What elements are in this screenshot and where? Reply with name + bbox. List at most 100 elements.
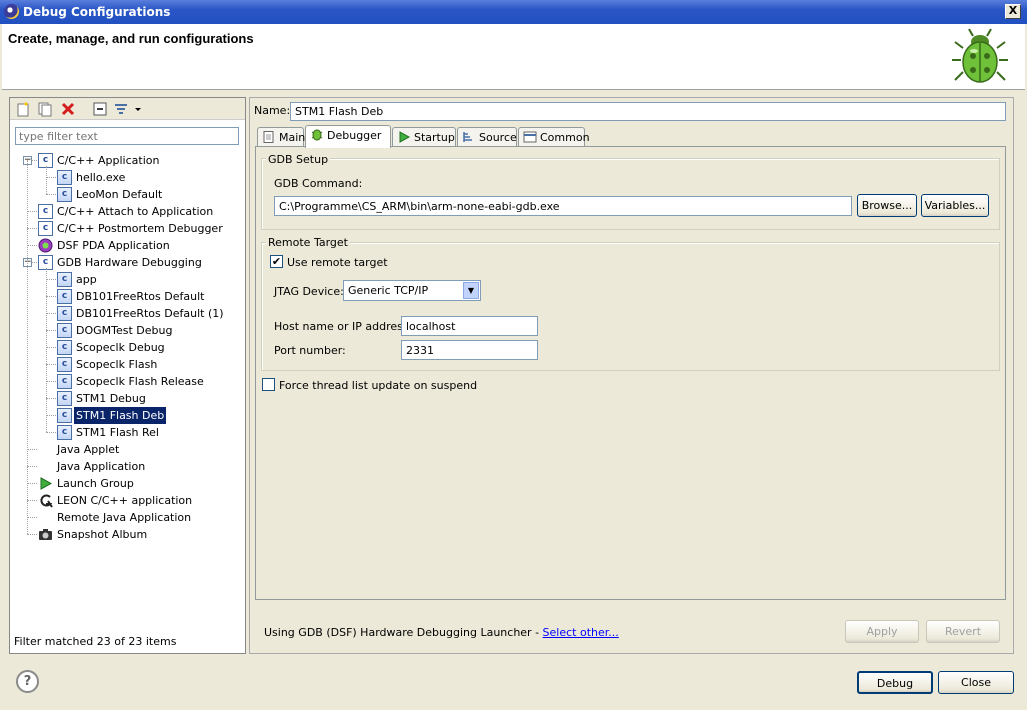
- tree-item[interactable]: Launch Group: [10, 475, 240, 492]
- tree-item[interactable]: Snapshot Album: [10, 526, 240, 543]
- c-config-icon: c: [57, 323, 72, 338]
- tree-item[interactable]: c C/C++ Attach to Application: [10, 203, 240, 220]
- tree-item[interactable]: Java Application: [10, 458, 240, 475]
- chevron-down-icon[interactable]: [133, 101, 143, 117]
- duplicate-configuration-icon[interactable]: [37, 101, 53, 117]
- tree-item[interactable]: c Scopeclk Debug: [10, 339, 240, 356]
- camera-icon: [38, 527, 53, 542]
- tree-item-label: Scopeclk Flash Release: [76, 375, 204, 388]
- tree-item[interactable]: c DB101FreeRtos Default: [10, 288, 240, 305]
- tree-connector: [46, 381, 56, 382]
- c-config-icon: c: [57, 272, 72, 287]
- tree-connector: [27, 211, 37, 212]
- host-field[interactable]: [401, 316, 538, 336]
- tree-connector: [27, 466, 37, 467]
- tree-item[interactable]: − c C/C++ Application: [10, 152, 240, 169]
- tree-item[interactable]: Java Applet: [10, 441, 240, 458]
- tree-item[interactable]: c Scopeclk Flash: [10, 356, 240, 373]
- tree-item-label: Snapshot Album: [57, 528, 148, 541]
- c-config-icon: c: [57, 289, 72, 304]
- force-thread-update-checkbox[interactable]: [262, 378, 275, 391]
- tab-debugger[interactable]: Debugger: [305, 125, 391, 148]
- use-remote-target-checkbox[interactable]: ✔: [270, 255, 283, 268]
- close-window-button[interactable]: X: [1005, 4, 1021, 19]
- tree-toolbar: [10, 98, 245, 120]
- startup-tab-icon: [397, 131, 414, 144]
- debug-button[interactable]: Debug: [857, 671, 933, 694]
- jtag-device-value: Generic TCP/IP: [348, 284, 429, 297]
- tree-item-label: hello.exe: [76, 171, 126, 184]
- c-config-icon: c: [57, 391, 72, 406]
- tree-connector: [46, 347, 56, 348]
- launcher-info: Using GDB (DSF) Hardware Debugging Launc…: [264, 626, 619, 639]
- tree-item[interactable]: LEON C/C++ application: [10, 492, 240, 509]
- browse-button[interactable]: Browse...: [857, 194, 917, 217]
- gdb-setup-title: GDB Setup: [266, 153, 331, 166]
- source-tab-icon: [462, 131, 479, 144]
- tab-main[interactable]: Main: [257, 127, 305, 147]
- tree-item-label: Remote Java Application: [57, 511, 192, 524]
- c-app-icon: c: [38, 221, 53, 236]
- revert-button[interactable]: Revert: [926, 620, 1000, 643]
- c-config-icon: c: [57, 340, 72, 355]
- tree-connector: [46, 296, 56, 297]
- c-app-icon: c: [38, 204, 53, 219]
- tab-label: Source: [479, 131, 517, 144]
- filter-configurations-icon[interactable]: [113, 101, 129, 117]
- gdb-command-field[interactable]: [274, 196, 852, 216]
- tree-item-label: GDB Hardware Debugging: [57, 256, 202, 269]
- apply-button[interactable]: Apply: [845, 620, 919, 643]
- tree-connector: [27, 245, 37, 246]
- window-title: Debug Configurations: [23, 5, 171, 19]
- force-thread-update-label: Force thread list update on suspend: [279, 379, 478, 392]
- close-button[interactable]: Close: [938, 671, 1014, 694]
- tree-item[interactable]: c DOGMTest Debug: [10, 322, 240, 339]
- tree-connector: [27, 517, 37, 518]
- pda-icon: [38, 238, 53, 253]
- tab-startup[interactable]: Startup: [392, 127, 456, 147]
- tree-item[interactable]: − c GDB Hardware Debugging: [10, 254, 240, 271]
- tree-item[interactable]: DSF PDA Application: [10, 237, 240, 254]
- tree-item[interactable]: c STM1 Debug: [10, 390, 240, 407]
- help-icon[interactable]: ?: [16, 670, 39, 693]
- tree-item-label: C/C++ Attach to Application: [57, 205, 214, 218]
- variables-button[interactable]: Variables...: [921, 194, 989, 217]
- tab-source[interactable]: Source: [457, 127, 517, 147]
- c-config-icon: c: [57, 425, 72, 440]
- delete-configuration-icon[interactable]: [60, 101, 76, 117]
- c-config-icon: c: [57, 170, 72, 185]
- jtag-device-select[interactable]: Generic TCP/IP ▼: [343, 280, 481, 301]
- launcher-text: Using GDB (DSF) Hardware Debugging Launc…: [264, 626, 543, 639]
- tree-item[interactable]: c C/C++ Postmortem Debugger: [10, 220, 240, 237]
- tree-item[interactable]: c hello.exe: [10, 169, 240, 186]
- select-other-link[interactable]: Select other...: [543, 626, 619, 639]
- filter-input[interactable]: [15, 127, 239, 145]
- debug-bug-icon: [952, 28, 1008, 83]
- tree-item-label: C/C++ Application: [57, 154, 160, 167]
- name-field[interactable]: [290, 102, 1006, 121]
- tree-item[interactable]: c STM1 Flash Deb: [10, 407, 240, 424]
- leon-icon: [38, 493, 53, 508]
- collapse-all-icon[interactable]: [92, 101, 108, 117]
- use-remote-target-label: Use remote target: [287, 256, 388, 269]
- tree-item[interactable]: c Scopeclk Flash Release: [10, 373, 240, 390]
- tree-connector: [46, 313, 56, 314]
- tree-connector: [46, 364, 56, 365]
- eclipse-icon: [4, 4, 19, 19]
- tree-item[interactable]: c app: [10, 271, 240, 288]
- tree-item-label: STM1 Debug: [76, 392, 146, 405]
- tree-item[interactable]: c LeoMon Default: [10, 186, 240, 203]
- tree-item[interactable]: Remote Java Application: [10, 509, 240, 526]
- title-bar: Debug Configurations: [0, 0, 1027, 24]
- new-configuration-icon[interactable]: [15, 101, 31, 117]
- tree-item-label: LEON C/C++ application: [57, 494, 193, 507]
- tree-connector: [46, 432, 56, 433]
- tree-item[interactable]: c STM1 Flash Rel: [10, 424, 240, 441]
- tree-item-label: DOGMTest Debug: [76, 324, 173, 337]
- tab-label: Startup: [414, 131, 455, 144]
- tree-item-label: Scopeclk Flash: [76, 358, 158, 371]
- tree-item[interactable]: c DB101FreeRtos Default (1): [10, 305, 240, 322]
- tab-common[interactable]: Common: [518, 127, 590, 147]
- port-field[interactable]: [401, 340, 538, 360]
- tree-connector: [46, 330, 56, 331]
